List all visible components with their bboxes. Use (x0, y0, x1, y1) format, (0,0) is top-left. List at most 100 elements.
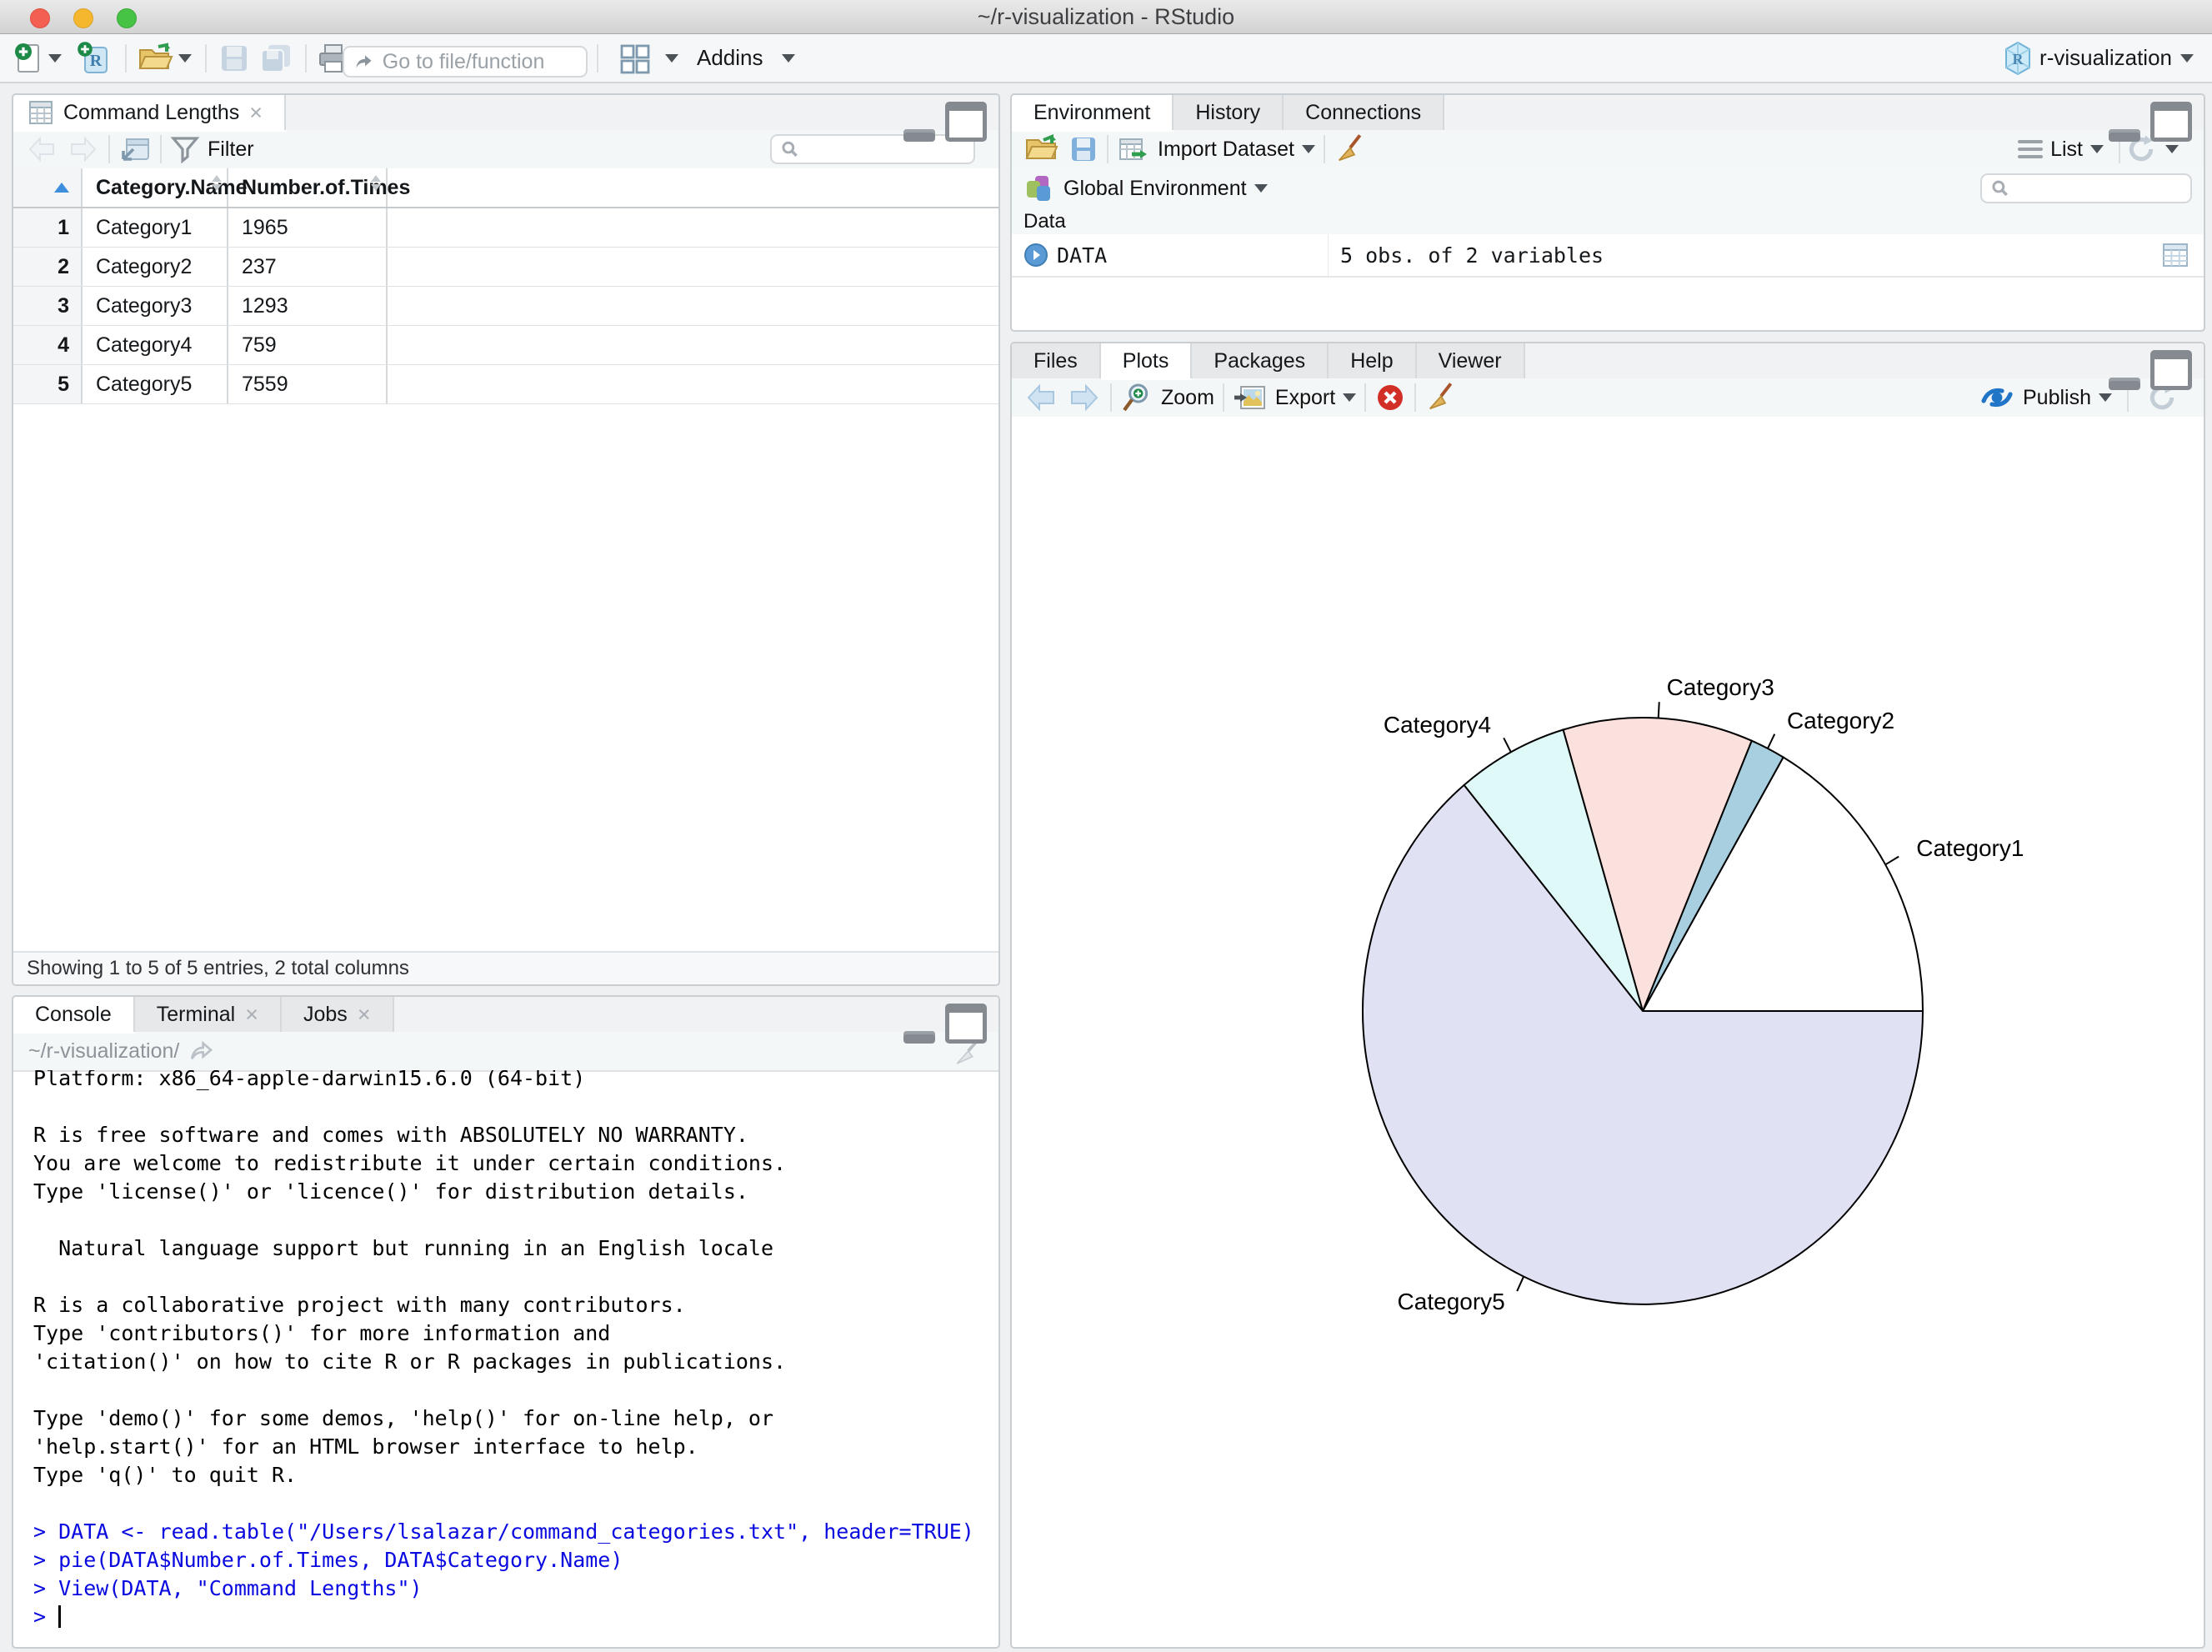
addins-button[interactable]: Addins (697, 34, 763, 82)
forward-icon[interactable] (67, 135, 100, 163)
clear-all-plots-icon[interactable] (1424, 381, 1458, 414)
expand-object-icon[interactable] (1023, 243, 1048, 268)
open-file-dropdown[interactable] (178, 34, 192, 82)
console-output-line: You are welcome to redistribute it under… (33, 1151, 787, 1175)
environment-section-header: Data (1012, 208, 2204, 235)
list-view-button[interactable]: List (2018, 138, 2104, 162)
goto-file-searchbox[interactable] (343, 46, 588, 78)
title-bar: ~/r-visualization - RStudio (0, 0, 2212, 34)
minimize-pane-icon[interactable] (903, 1031, 935, 1044)
save-all-button[interactable] (258, 34, 293, 82)
maximize-pane-icon[interactable] (945, 1004, 987, 1044)
column-header[interactable]: Number.of.Times (228, 168, 410, 207)
open-in-new-window-icon[interactable] (118, 134, 152, 164)
console-output[interactable]: Platform: x86_64-apple-darwin15.6.0 (64-… (13, 1070, 998, 1647)
new-project-button[interactable]: R (77, 34, 112, 82)
chevron-down-icon (665, 53, 678, 63)
goto-directory-icon[interactable] (188, 1038, 214, 1064)
open-file-button[interactable] (137, 34, 175, 82)
console-command: > View(DATA, "Command Lengths") (33, 1576, 423, 1600)
load-workspace-icon[interactable] (1023, 133, 1060, 165)
viewer-status-bar: Showing 1 to 5 of 5 entries, 2 total col… (13, 951, 998, 984)
rstudio-window: ~/r-visualization - RStudio R Go to file… (0, 0, 2212, 1652)
view-table-icon[interactable] (2160, 241, 2190, 269)
close-tab-icon[interactable]: × (358, 1002, 371, 1028)
publish-plot-button[interactable]: Publish (1979, 383, 2112, 413)
table-row: 4 Category4 759 (13, 326, 998, 365)
maximize-pane-icon[interactable] (2150, 102, 2192, 142)
maximize-pane-icon[interactable] (2150, 350, 2192, 390)
window-title: ~/r-visualization - RStudio (977, 4, 1235, 29)
list-icon (2018, 140, 2044, 158)
tab-plots[interactable]: Plots (1100, 343, 1193, 378)
data-viewer-pane: Command Lengths × Filter Category.Name N… (12, 93, 1000, 986)
console-output-line: R is a collaborative project with many c… (33, 1293, 686, 1317)
tab-console[interactable]: Console (13, 997, 135, 1032)
environment-layers-icon (1027, 176, 1050, 201)
minimize-pane-icon[interactable] (2109, 378, 2140, 390)
addins-label: Addins (697, 45, 763, 70)
tab-connections[interactable]: Connections (1284, 95, 1445, 130)
back-icon[interactable] (25, 135, 58, 163)
tab-command-lengths[interactable]: Command Lengths × (13, 95, 287, 130)
pie-label-Category3: Category3 (1667, 674, 1774, 700)
tab-label: Packages (1214, 348, 1306, 373)
import-dataset-button[interactable]: Import Dataset (1117, 134, 1315, 164)
tab-viewer[interactable]: Viewer (1416, 343, 1525, 378)
previous-plot-icon[interactable] (1023, 383, 1058, 413)
tab-files[interactable]: Files (1012, 343, 1101, 378)
remove-plot-icon[interactable] (1374, 382, 1406, 413)
new-file-dropdown[interactable] (48, 34, 62, 82)
project-menu-button[interactable]: R r-visualization (2003, 34, 2194, 82)
minimize-pane-icon[interactable] (2109, 129, 2140, 142)
maximize-pane-icon[interactable] (945, 102, 987, 142)
close-tab-icon[interactable]: × (249, 100, 263, 126)
import-dataset-icon (1119, 138, 1147, 160)
object-description: 5 obs. of 2 variables (1340, 243, 1604, 268)
publish-icon (1981, 388, 2013, 408)
close-tab-icon[interactable]: × (245, 1002, 258, 1028)
console-output-line: Type 'q()' to quit R. (33, 1463, 298, 1487)
save-button[interactable] (218, 34, 250, 82)
tab-history[interactable]: History (1174, 95, 1284, 130)
tab-environment[interactable]: Environment (1012, 95, 1174, 130)
clear-environment-icon[interactable] (1334, 133, 1367, 166)
pane-layout-button[interactable] (617, 34, 652, 82)
rownum-header[interactable] (13, 168, 83, 207)
environment-scope-selector[interactable]: Global Environment (1063, 177, 1268, 201)
console-cursor[interactable] (58, 1605, 62, 1628)
save-workspace-icon[interactable] (1068, 134, 1098, 164)
list-view-label: List (2050, 137, 2083, 161)
pie-label-tick (1884, 855, 1899, 866)
goto-file-input[interactable] (380, 48, 578, 75)
row-number: 1 (13, 208, 83, 247)
environment-searchbox[interactable] (1980, 173, 2192, 203)
plots-tabbar: Files Plots Packages Help Viewer (1012, 343, 2204, 390)
environment-search-input[interactable] (2016, 175, 2182, 202)
new-file-button[interactable] (13, 34, 43, 82)
cell-category-name: Category4 (83, 326, 228, 364)
column-header-label: Number.of.Times (242, 175, 411, 199)
pane-layout-dropdown[interactable] (665, 34, 678, 82)
tab-packages[interactable]: Packages (1192, 343, 1329, 378)
addins-dropdown[interactable] (782, 34, 795, 82)
tab-label: Connections (1305, 100, 1422, 124)
main-toolbar: R Addins R r-visua (0, 34, 2212, 83)
minimize-pane-icon[interactable] (903, 129, 935, 142)
tab-help[interactable]: Help (1329, 343, 1417, 378)
next-plot-icon[interactable] (1067, 383, 1102, 413)
tab-terminal[interactable]: Terminal × (134, 997, 282, 1032)
environment-object-row[interactable]: DATA 5 obs. of 2 variables (1012, 234, 2204, 278)
filter-label: Filter (208, 137, 254, 161)
column-header[interactable]: Category.Name (83, 168, 248, 207)
zoom-plot-button[interactable]: Zoom (1120, 381, 1214, 414)
pie-label-Category2: Category2 (1787, 708, 1894, 733)
toolbar-separator (305, 34, 307, 82)
chevron-down-icon (1343, 393, 1357, 402)
filter-button[interactable]: Filter (170, 135, 254, 163)
export-plot-button[interactable]: Export (1233, 382, 1357, 413)
tab-jobs[interactable]: Jobs × (282, 997, 394, 1032)
